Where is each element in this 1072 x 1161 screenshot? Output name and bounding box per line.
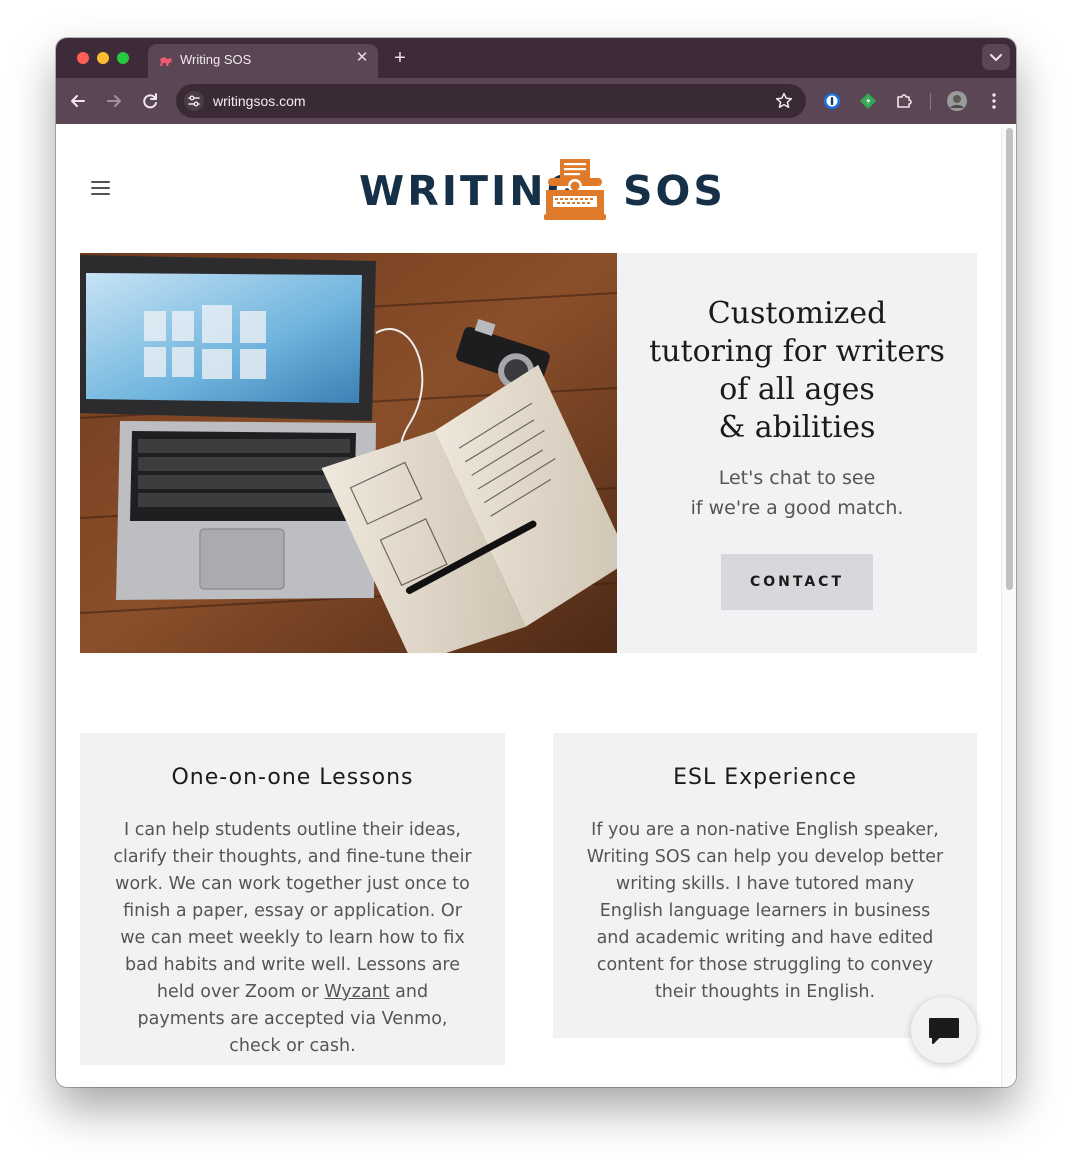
url-text: writingsos.com	[213, 93, 306, 109]
hero-subtitle-line: Let's chat to see	[718, 467, 876, 489]
browser-toolbar: writingsos.com	[56, 78, 1016, 124]
wyzant-link[interactable]: Wyzant	[324, 982, 389, 1002]
more-icon[interactable]	[984, 91, 1004, 111]
chat-button[interactable]	[911, 997, 977, 1063]
password-manager-icon[interactable]	[822, 91, 842, 111]
hero-panel: Customized tutoring for writers of all a…	[617, 253, 977, 653]
logo-word-sos: SOS	[623, 167, 726, 215]
favicon-icon	[160, 57, 172, 66]
hero-title-line: of all ages	[719, 372, 875, 407]
new-tab-button[interactable]: +	[389, 47, 411, 69]
card-title: One-on-one Lessons	[171, 765, 414, 790]
chat-icon	[929, 1018, 959, 1044]
star-icon[interactable]	[774, 91, 794, 111]
esl-card: ESL Experience If you are a non-native E…	[553, 733, 977, 1038]
forward-icon[interactable]	[102, 89, 126, 113]
page-viewport: WRITING SOS Customized tutoring for writ…	[56, 124, 1016, 1087]
address-bar[interactable]: writingsos.com	[176, 84, 806, 118]
chevron-down-icon	[990, 54, 1002, 61]
hero-title-line: Customized	[707, 296, 887, 331]
card-body: If you are a non-native English speaker,…	[586, 820, 944, 1002]
card-body: I can help students outline their ideas,…	[112, 817, 473, 1060]
hero-subtitle-line: if we're a good match.	[690, 497, 904, 519]
profile-avatar[interactable]	[947, 91, 967, 111]
tab-strip: Writing SOS ✕ +	[56, 38, 1016, 78]
typewriter-icon	[544, 159, 606, 220]
scrollbar-thumb[interactable]	[1006, 128, 1013, 590]
extension-icon[interactable]	[858, 91, 878, 111]
hero-title-line: tutoring for writers	[649, 334, 945, 369]
maximize-window-button[interactable]	[117, 52, 129, 64]
toolbar-separator	[930, 93, 931, 110]
card-title: ESL Experience	[673, 765, 857, 790]
browser-window: Writing SOS ✕ + writingsos.com WRITING S…	[56, 38, 1016, 1087]
tab-search-button[interactable]	[982, 44, 1010, 70]
hero-title: Customized tutoring for writers of all a…	[617, 295, 977, 447]
card-body-text: I can help students outline their ideas,…	[113, 820, 472, 1002]
site-settings-icon[interactable]	[184, 91, 204, 111]
hamburger-icon[interactable]	[91, 181, 110, 195]
hero-subtitle: Let's chat to see if we're a good match.	[617, 463, 977, 523]
puzzle-icon[interactable]	[894, 91, 914, 111]
tab-title: Writing SOS	[180, 52, 252, 67]
back-icon[interactable]	[66, 89, 90, 113]
hero-image	[80, 253, 617, 653]
close-tab-icon[interactable]: ✕	[354, 50, 370, 66]
reload-icon[interactable]	[138, 89, 162, 113]
close-window-button[interactable]	[77, 52, 89, 64]
tab-writing-sos[interactable]: Writing SOS ✕	[148, 44, 378, 78]
contact-button[interactable]: CONTACT	[721, 554, 873, 610]
site-logo[interactable]: WRITING SOS	[359, 156, 723, 224]
minimize-window-button[interactable]	[97, 52, 109, 64]
lessons-card: One-on-one Lessons I can help students o…	[80, 733, 505, 1065]
hero-title-line: & abilities	[718, 410, 876, 445]
scrollbar[interactable]	[1001, 124, 1016, 1087]
